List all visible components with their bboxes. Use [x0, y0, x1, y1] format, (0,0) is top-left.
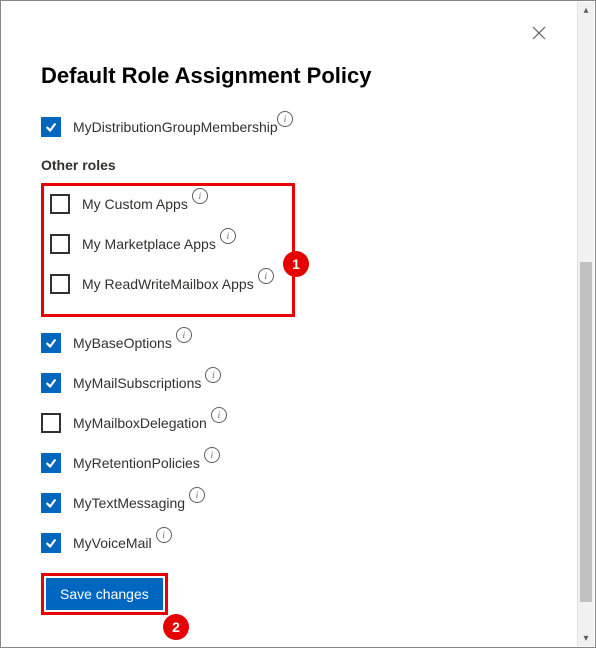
- checkbox-my-marketplace-apps[interactable]: [50, 234, 70, 254]
- other-roles-header: Other roles: [41, 157, 539, 173]
- info-icon[interactable]: i: [204, 447, 220, 463]
- checkbox-mybaseoptions[interactable]: [41, 333, 61, 353]
- role-row: MyMailSubscriptions i: [41, 373, 539, 393]
- check-icon: [44, 456, 58, 470]
- role-row: MyDistributionGroupMembership i: [41, 117, 539, 137]
- role-row: MyBaseOptions i: [41, 333, 539, 353]
- checkbox-mytextmessaging[interactable]: [41, 493, 61, 513]
- vertical-scrollbar[interactable]: ▴ ▾: [577, 2, 594, 646]
- role-row: My Custom Apps i: [50, 194, 286, 214]
- role-label: My ReadWriteMailbox Apps: [82, 274, 254, 294]
- role-label: MyTextMessaging: [73, 493, 185, 513]
- info-icon[interactable]: i: [258, 268, 274, 284]
- scroll-up-arrow-icon[interactable]: ▴: [578, 2, 594, 18]
- role-label: My Custom Apps: [82, 194, 188, 214]
- checkbox-myvoicemail[interactable]: [41, 533, 61, 553]
- info-icon[interactable]: i: [156, 527, 172, 543]
- checkbox-myretentionpolicies[interactable]: [41, 453, 61, 473]
- role-row: MyVoiceMail i: [41, 533, 539, 553]
- role-row: MyMailboxDelegation i: [41, 413, 539, 433]
- info-icon[interactable]: i: [189, 487, 205, 503]
- page-title: Default Role Assignment Policy: [41, 63, 539, 89]
- annotation-badge-2: 2: [163, 614, 189, 640]
- info-icon[interactable]: i: [176, 327, 192, 343]
- save-changes-button[interactable]: Save changes: [46, 578, 163, 610]
- close-icon: [532, 26, 546, 40]
- annotation-badge-1: 1: [283, 251, 309, 277]
- annotation-box-2: Save changes: [41, 573, 168, 615]
- checkbox-mymailsubscriptions[interactable]: [41, 373, 61, 393]
- scroll-down-arrow-icon[interactable]: ▾: [578, 630, 594, 646]
- role-label: MyMailboxDelegation: [73, 413, 207, 433]
- checkbox-mymailboxdelegation[interactable]: [41, 413, 61, 433]
- annotation-box-1: My Custom Apps i My Marketplace Apps i M…: [41, 183, 295, 317]
- check-icon: [44, 336, 58, 350]
- info-icon[interactable]: i: [192, 188, 208, 204]
- role-row: My Marketplace Apps i: [50, 234, 286, 254]
- checkbox-mydistributiongroupmembership[interactable]: [41, 117, 61, 137]
- role-row: My ReadWriteMailbox Apps i: [50, 274, 286, 294]
- role-row: MyTextMessaging i: [41, 493, 539, 513]
- checkbox-my-readwritemailbox-apps[interactable]: [50, 274, 70, 294]
- close-button[interactable]: [523, 17, 555, 49]
- info-icon[interactable]: i: [211, 407, 227, 423]
- scrollbar-thumb[interactable]: [580, 262, 592, 602]
- role-row: MyRetentionPolicies i: [41, 453, 539, 473]
- checkbox-my-custom-apps[interactable]: [50, 194, 70, 214]
- role-label: MyDistributionGroupMembership: [73, 117, 273, 137]
- check-icon: [44, 536, 58, 550]
- role-label: My Marketplace Apps: [82, 234, 216, 254]
- role-label: MyMailSubscriptions: [73, 373, 201, 393]
- check-icon: [44, 496, 58, 510]
- role-label: MyBaseOptions: [73, 333, 172, 353]
- check-icon: [44, 120, 58, 134]
- info-icon[interactable]: i: [205, 367, 221, 383]
- role-label: MyVoiceMail: [73, 533, 152, 553]
- info-icon[interactable]: i: [277, 111, 293, 127]
- check-icon: [44, 376, 58, 390]
- info-icon[interactable]: i: [220, 228, 236, 244]
- role-label: MyRetentionPolicies: [73, 453, 200, 473]
